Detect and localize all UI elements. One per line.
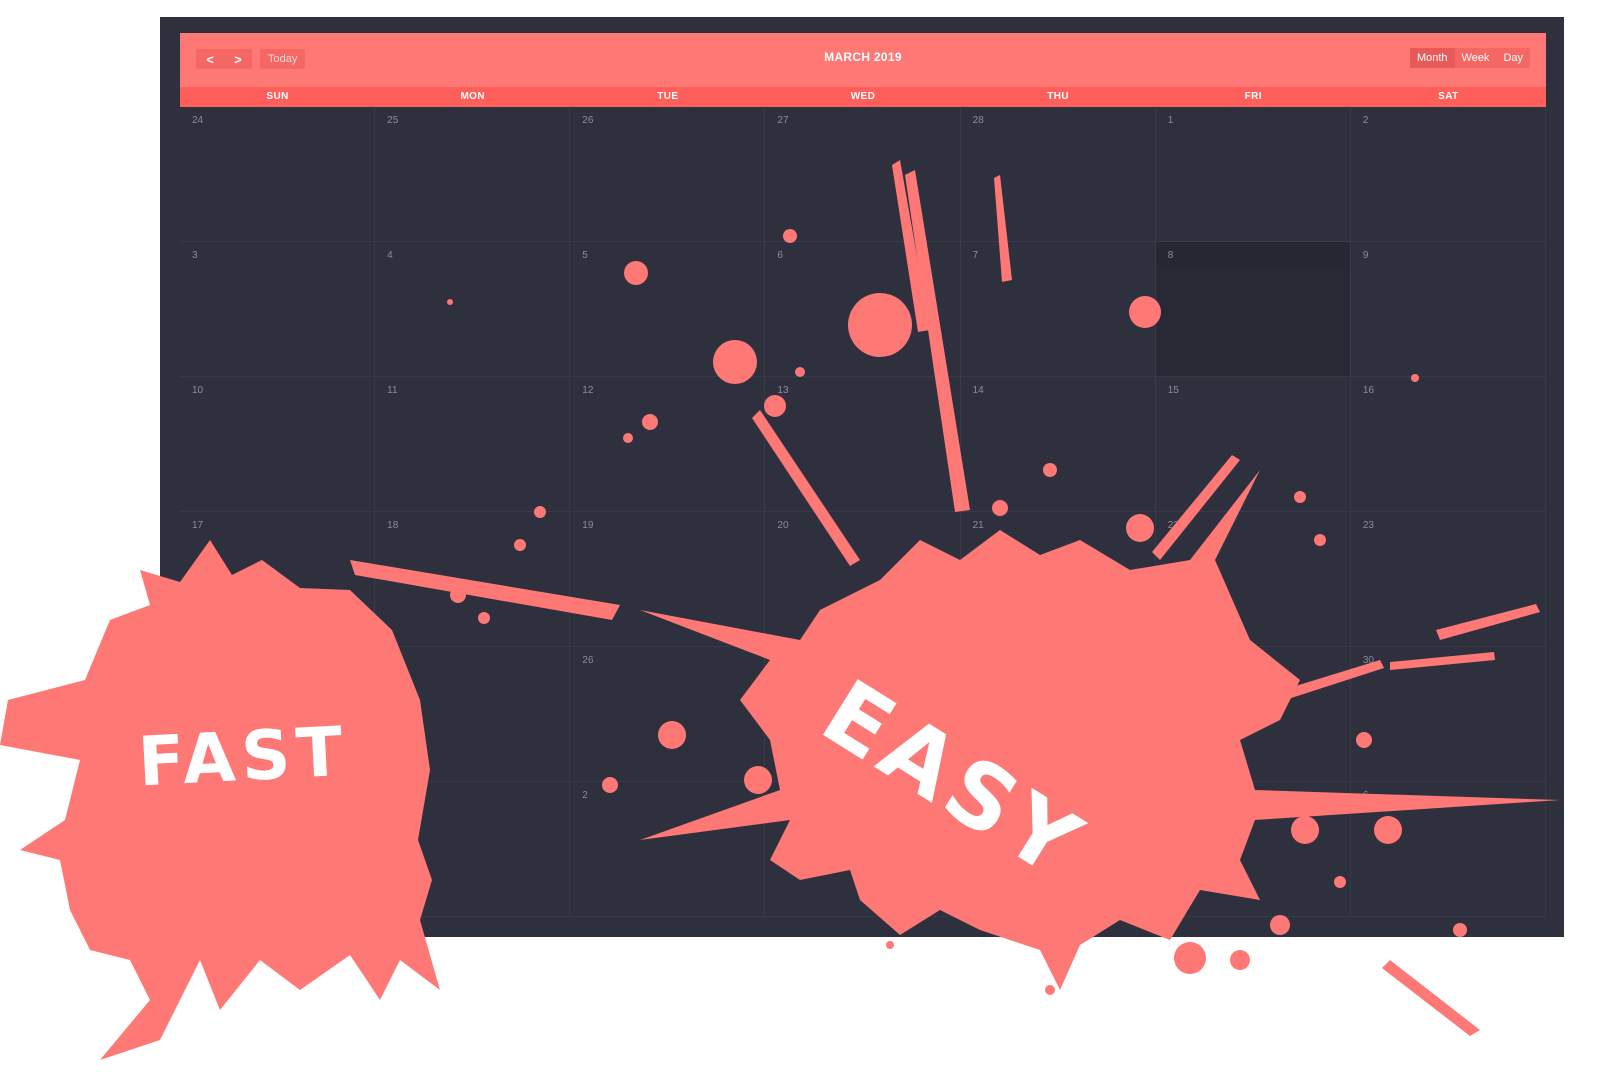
day-number: 5 bbox=[582, 250, 588, 261]
day-cell[interactable]: 24 bbox=[180, 107, 376, 242]
day-number: 29 bbox=[1167, 655, 1179, 666]
day-cell[interactable]: 16 bbox=[1350, 377, 1546, 512]
day-cell[interactable]: 17 bbox=[180, 512, 376, 647]
weekday-label: SAT bbox=[1438, 91, 1459, 102]
day-number: 5 bbox=[1167, 790, 1174, 801]
day-cell[interactable]: 18 bbox=[375, 512, 571, 647]
day-cell[interactable]: 7 bbox=[960, 242, 1156, 377]
day-cell[interactable]: 6 bbox=[765, 242, 961, 377]
fast-label: FAST bbox=[136, 712, 351, 803]
day-cell[interactable]: 4 bbox=[375, 242, 571, 377]
day-cell[interactable]: 9 bbox=[1350, 242, 1546, 377]
day-cell[interactable]: 22 bbox=[1155, 512, 1351, 647]
day-cell[interactable]: 19 bbox=[570, 512, 766, 647]
paint-drop bbox=[1045, 985, 1055, 995]
day-cell[interactable]: 14 bbox=[960, 377, 1156, 512]
day-cell[interactable]: 6 bbox=[1350, 782, 1546, 917]
day-number: 25 bbox=[387, 115, 399, 126]
day-number: 30 bbox=[1362, 655, 1374, 666]
weekday-label: WED bbox=[850, 91, 876, 102]
day-number: 6 bbox=[1362, 790, 1369, 801]
day-cell[interactable]: 10 bbox=[180, 377, 376, 512]
day-cell[interactable]: 28 bbox=[960, 107, 1156, 242]
day-number: 11 bbox=[387, 385, 398, 396]
month-grid: 24 25 26 27 28 1 2 3 4 5 6 7 8 9 10 11 12 13 14 15 16 17 18 19 2… bbox=[180, 107, 1546, 917]
day-number: 21 bbox=[972, 520, 984, 531]
day-number: 8 bbox=[1167, 250, 1174, 261]
day-cell[interactable]: 27 bbox=[765, 107, 961, 242]
day-number: 19 bbox=[582, 520, 594, 531]
day-number: 28 bbox=[972, 115, 984, 126]
weekday-label: MON bbox=[460, 91, 485, 102]
day-number: 1 bbox=[1167, 115, 1174, 126]
day-number: 26 bbox=[582, 655, 594, 666]
day-cell[interactable]: 23 bbox=[1350, 512, 1546, 647]
day-number: 10 bbox=[192, 385, 204, 396]
day-number: 17 bbox=[192, 520, 204, 531]
weekday-label: TUE bbox=[657, 91, 679, 102]
month-title: MARCH 2019 bbox=[824, 50, 902, 64]
day-cell[interactable]: 25 bbox=[375, 107, 571, 242]
day-number: 1 bbox=[387, 790, 393, 801]
day-number: 9 bbox=[1362, 250, 1369, 261]
day-cell[interactable]: 25 bbox=[375, 647, 571, 782]
day-cell[interactable]: 5 bbox=[1155, 782, 1351, 917]
day-number: 24 bbox=[192, 115, 204, 126]
calendar-app: < > Today MARCH 2019 Month Week Day SUN … bbox=[160, 17, 1564, 937]
day-cell[interactable]: 26 bbox=[570, 107, 766, 242]
day-number: 4 bbox=[387, 250, 393, 261]
day-cell[interactable]: 15 bbox=[1155, 377, 1351, 512]
day-cell[interactable]: 26 bbox=[570, 647, 766, 782]
view-switcher: Month Week Day bbox=[1409, 48, 1530, 68]
day-number: 15 bbox=[1167, 385, 1179, 396]
day-number: 14 bbox=[972, 385, 984, 396]
day-number: 2 bbox=[582, 790, 588, 801]
paint-drop bbox=[1230, 950, 1250, 970]
day-number: 18 bbox=[387, 520, 399, 531]
day-number: 24 bbox=[192, 655, 204, 666]
day-number: 16 bbox=[1362, 385, 1374, 396]
day-number: 26 bbox=[582, 115, 594, 126]
day-cell[interactable]: 12 bbox=[570, 377, 766, 512]
day-number: 7 bbox=[972, 250, 979, 261]
day-cell[interactable]: 3 bbox=[180, 242, 376, 377]
day-number: 23 bbox=[1362, 520, 1374, 531]
day-number: 3 bbox=[192, 250, 198, 261]
day-number: 27 bbox=[777, 115, 789, 126]
day-number: 3 bbox=[777, 790, 783, 801]
day-cell[interactable]: 31 bbox=[180, 782, 376, 917]
paint-drop bbox=[1174, 942, 1206, 974]
day-cell[interactable]: 5 bbox=[570, 242, 766, 377]
day-number: 20 bbox=[777, 520, 789, 531]
day-cell[interactable]: 8 bbox=[1155, 242, 1351, 377]
day-number: 2 bbox=[1362, 115, 1369, 126]
day-cell[interactable]: 21 bbox=[960, 512, 1156, 647]
day-cell[interactable]: 30 bbox=[1350, 647, 1546, 782]
weekday-header-row: SUN MON TUE WED THU FRI SAT bbox=[180, 87, 1546, 107]
weekday-label: SUN bbox=[266, 91, 289, 102]
calendar-header: < > Today MARCH 2019 Month Week Day bbox=[180, 33, 1546, 87]
day-number: 22 bbox=[1167, 520, 1179, 531]
day-cell[interactable]: 1 bbox=[1155, 107, 1351, 242]
weekday-label: THU bbox=[1047, 91, 1070, 102]
paint-drop bbox=[886, 941, 894, 949]
day-number: 13 bbox=[777, 385, 789, 396]
day-cell[interactable]: 2 bbox=[1350, 107, 1546, 242]
view-day-button[interactable]: Day bbox=[1496, 48, 1530, 68]
day-cell[interactable]: 1 bbox=[375, 782, 571, 917]
day-cell[interactable]: 29 bbox=[1155, 647, 1351, 782]
weekday-label: FRI bbox=[1244, 91, 1262, 102]
day-number: 28 bbox=[972, 655, 984, 666]
day-cell[interactable]: 20 bbox=[765, 512, 961, 647]
view-month-button[interactable]: Month bbox=[1409, 48, 1455, 68]
day-number: 25 bbox=[387, 655, 399, 666]
day-number: 27 bbox=[777, 655, 789, 666]
day-cell[interactable]: 2 bbox=[570, 782, 766, 917]
day-number: 6 bbox=[777, 250, 783, 261]
day-cell[interactable]: 11 bbox=[375, 377, 571, 512]
paint-streak bbox=[1382, 960, 1480, 1036]
day-cell[interactable]: 13 bbox=[765, 377, 961, 512]
day-number: 12 bbox=[582, 385, 594, 396]
view-week-button[interactable]: Week bbox=[1455, 48, 1497, 68]
